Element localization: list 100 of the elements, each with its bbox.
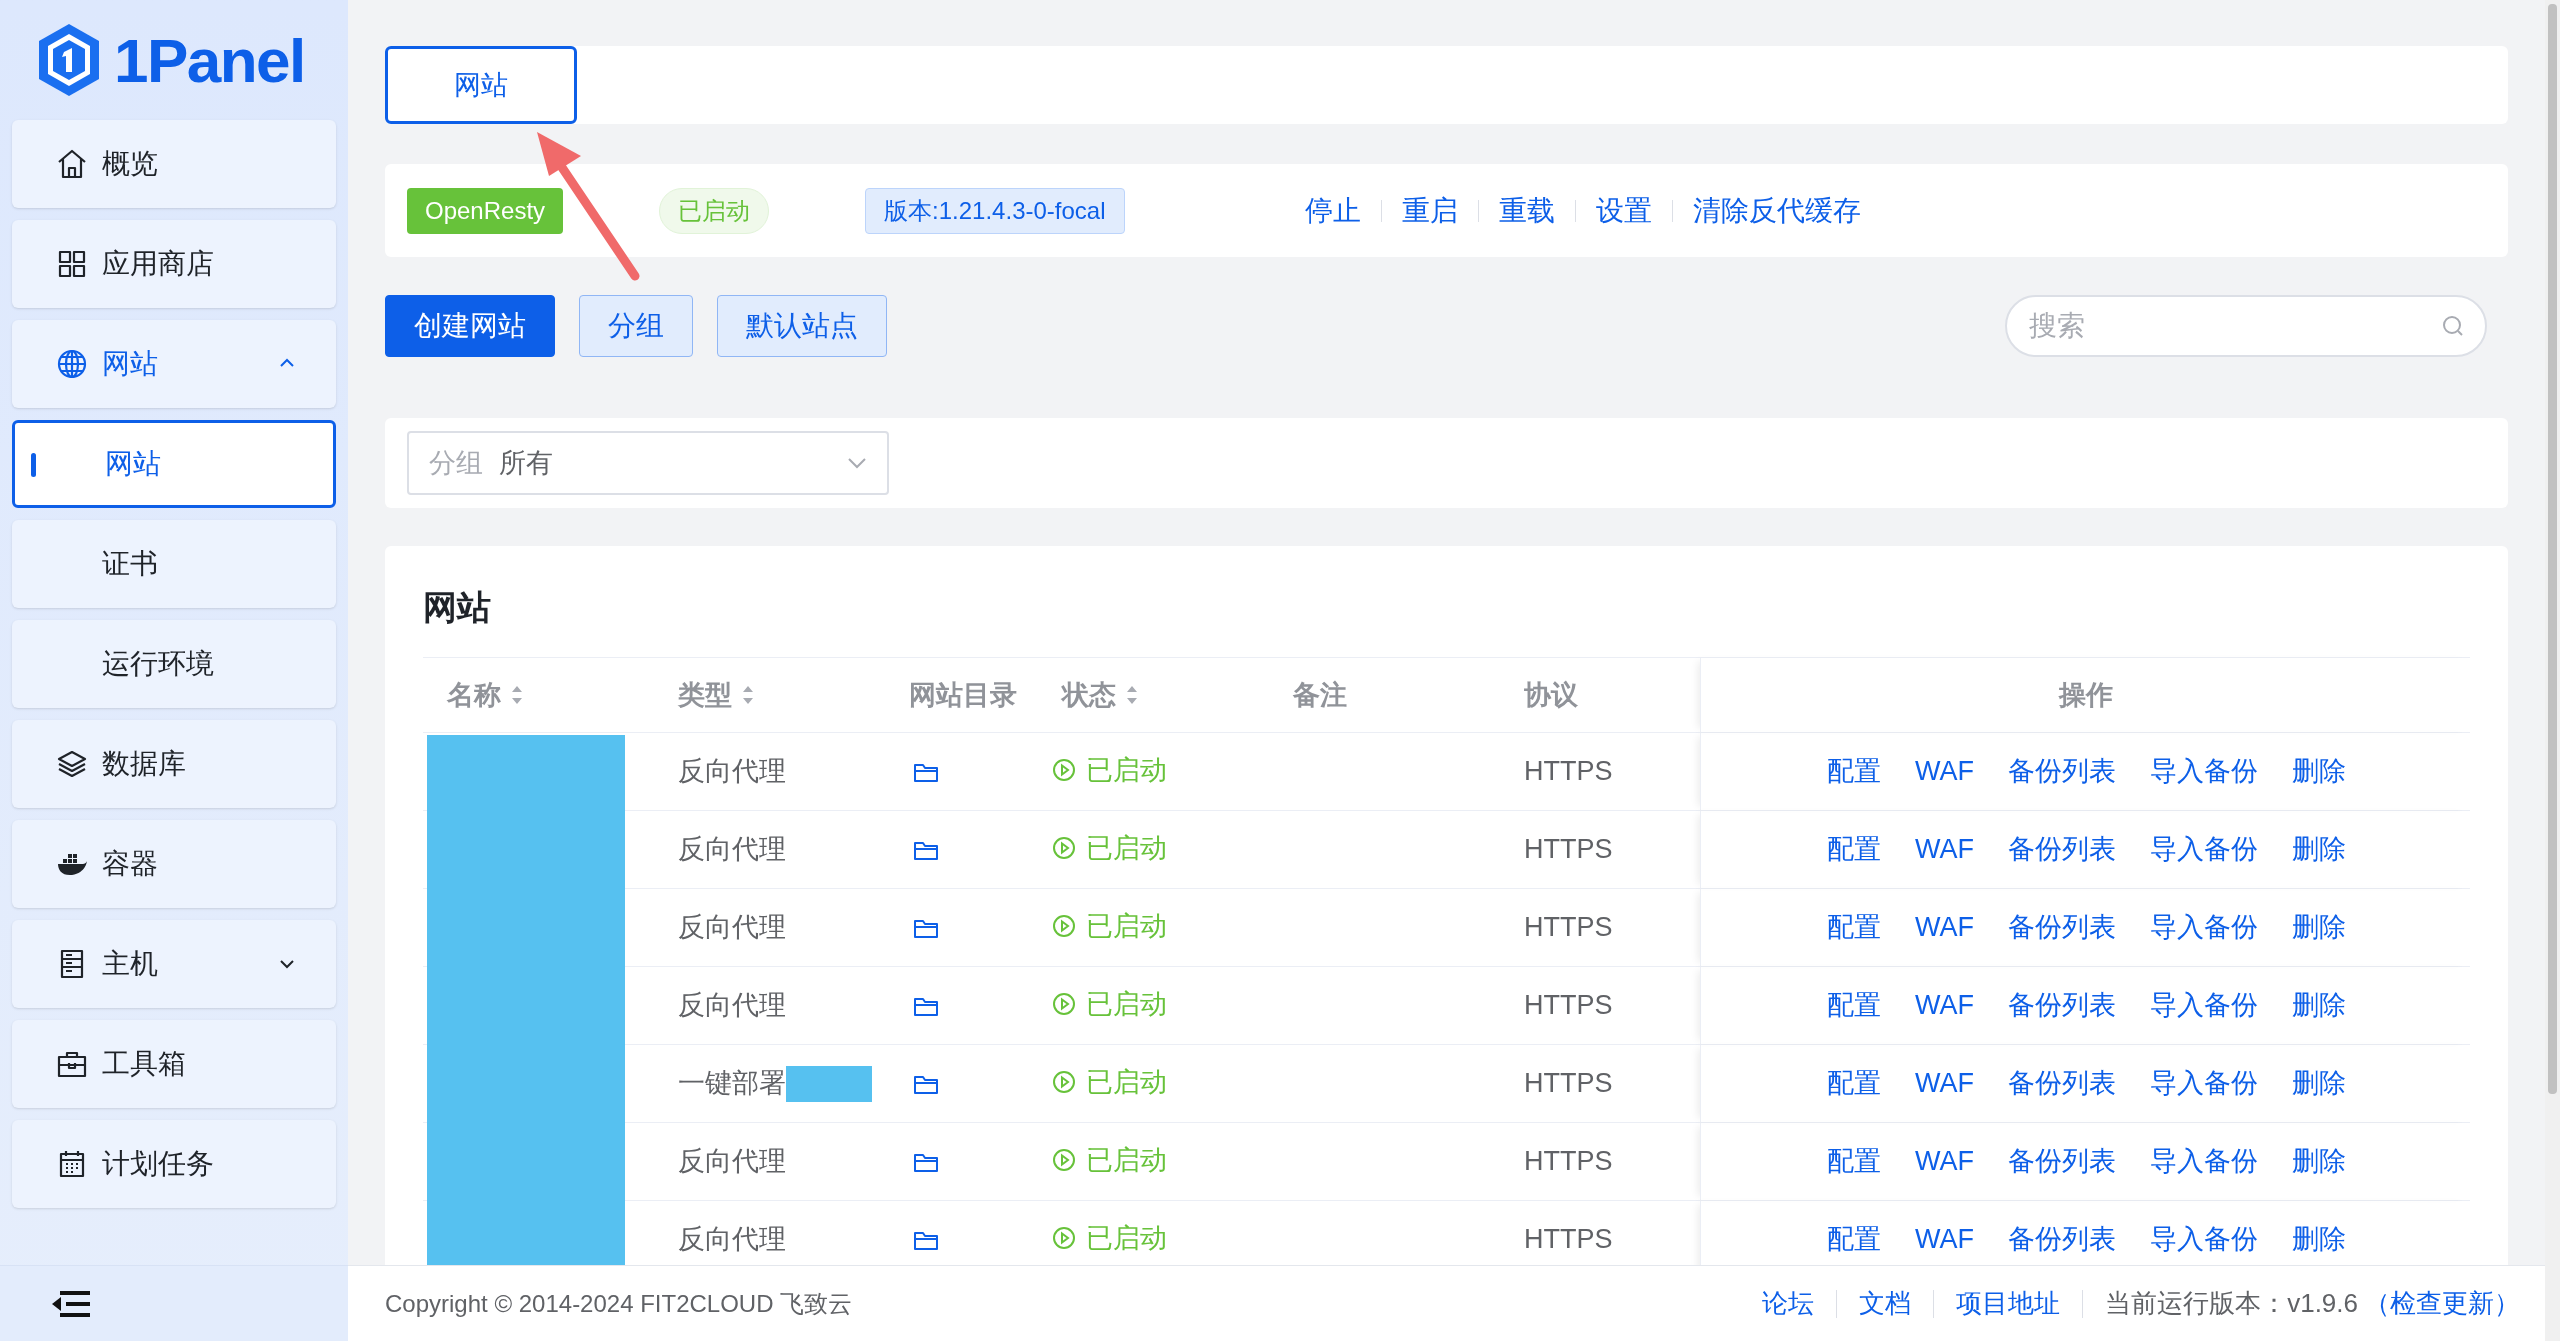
action-link[interactable]: WAF <box>1915 829 1974 870</box>
action-link[interactable]: 配置 <box>1827 751 1881 792</box>
action-link[interactable]: 删除 <box>2292 985 2346 1026</box>
column-header: 协议 <box>1524 678 1578 712</box>
action-link[interactable]: 停止 <box>1304 189 1361 232</box>
version-text: 当前运行版本：v1.9.6 <box>2105 1287 2358 1320</box>
group-select[interactable]: 分组 所有 <box>407 431 889 495</box>
action-link[interactable]: 配置 <box>1827 985 1881 1026</box>
action-link[interactable]: 导入备份 <box>2150 907 2258 948</box>
table-cell-text: 反向代理 <box>678 989 786 1023</box>
submenu-item[interactable]: 网站 <box>12 420 336 508</box>
action-link[interactable]: WAF <box>1915 751 1974 792</box>
table-cell: HTTPS <box>1524 756 1613 787</box>
sidebar-item[interactable]: 网站 <box>12 320 336 408</box>
sort-icon <box>1126 685 1138 705</box>
table-cell: HTTPS <box>1524 990 1613 1021</box>
check-update-link[interactable]: （检查更新） <box>2364 1284 2520 1323</box>
toolbar-button[interactable]: 分组 <box>579 295 693 357</box>
action-link[interactable]: 删除 <box>2292 751 2346 792</box>
action-link[interactable]: 删除 <box>2292 829 2346 870</box>
action-link[interactable]: 删除 <box>2292 1219 2346 1260</box>
table-cell: HTTPS <box>1524 834 1613 865</box>
status-badge: 已启动 <box>659 187 770 234</box>
globe-icon <box>56 348 88 380</box>
status-text: 已启动 <box>1052 1139 1167 1181</box>
play-circle-icon <box>1052 991 1076 1016</box>
footer-link[interactable]: 文档 <box>1859 1284 1912 1323</box>
action-link[interactable]: 配置 <box>1827 1141 1881 1182</box>
column-header: 类型 <box>678 678 732 712</box>
action-link[interactable]: 导入备份 <box>2150 985 2258 1026</box>
action-link[interactable]: 备份列表 <box>2008 907 2116 948</box>
column-header: 备注 <box>1293 678 1347 712</box>
action-link[interactable]: 配置 <box>1827 1063 1881 1104</box>
action-link[interactable]: 备份列表 <box>2008 1063 2116 1104</box>
action-link[interactable]: 备份列表 <box>2008 829 2116 870</box>
action-link[interactable]: 清除反代缓存 <box>1692 189 1861 232</box>
play-circle-icon <box>1052 835 1076 860</box>
action-link[interactable]: 备份列表 <box>2008 985 2116 1026</box>
footer-link[interactable]: 项目地址 <box>1956 1284 2061 1323</box>
action-link[interactable]: 配置 <box>1827 829 1881 870</box>
table-cell-text: 反向代理 <box>678 1223 786 1257</box>
action-link[interactable]: 备份列表 <box>2008 1219 2116 1260</box>
footer-link[interactable]: 论坛 <box>1762 1284 1815 1323</box>
play-circle-icon <box>1052 1069 1076 1094</box>
table-cell: HTTPS <box>1524 1146 1613 1177</box>
status-text: 已启动 <box>1052 1217 1167 1259</box>
column-header: 操作 <box>2058 678 2113 712</box>
active-indicator <box>31 453 36 477</box>
action-link[interactable]: 备份列表 <box>2008 1141 2116 1182</box>
logo-icon <box>36 22 102 98</box>
sidebar-item[interactable]: 概览 <box>12 120 336 208</box>
sidebar-item[interactable]: 应用商店 <box>12 220 336 308</box>
action-link[interactable]: WAF <box>1915 985 1974 1026</box>
table-cell-text: 一键部署 <box>678 1067 786 1101</box>
action-link[interactable]: WAF <box>1915 1219 1974 1260</box>
action-link[interactable]: 导入备份 <box>2150 1063 2258 1104</box>
action-link[interactable]: 重载 <box>1498 189 1555 232</box>
action-link[interactable]: 重启 <box>1401 189 1458 232</box>
table-cell: HTTPS <box>1524 1068 1613 1099</box>
tab[interactable]: 网站 <box>385 46 577 124</box>
play-circle-icon <box>1052 757 1076 782</box>
column-header: 名称 <box>447 678 501 712</box>
version-badge: 版本:1.21.4.3-0-focal <box>865 187 1125 234</box>
action-link[interactable]: 配置 <box>1827 1219 1881 1260</box>
status-text: 已启动 <box>1052 1061 1167 1103</box>
action-link[interactable]: 删除 <box>2292 907 2346 948</box>
submenu-item[interactable]: 运行环境 <box>12 620 336 708</box>
action-link[interactable]: 设置 <box>1595 189 1652 232</box>
action-link[interactable]: 删除 <box>2292 1141 2346 1182</box>
submenu-item[interactable]: 证书 <box>12 520 336 608</box>
sidebar-item[interactable]: 数据库 <box>12 720 336 808</box>
action-link[interactable]: WAF <box>1915 907 1974 948</box>
toolbar-button[interactable]: 默认站点 <box>717 295 887 357</box>
sidebar-item[interactable]: 计划任务 <box>12 1120 336 1208</box>
sort-icon <box>742 685 754 705</box>
action-link[interactable]: 删除 <box>2292 1063 2346 1104</box>
sidebar-item[interactable]: 工具箱 <box>12 1020 336 1108</box>
layers-icon <box>56 748 88 780</box>
action-link[interactable]: 配置 <box>1827 907 1881 948</box>
table-cell-text: 反向代理 <box>678 911 786 945</box>
action-link[interactable]: 导入备份 <box>2150 829 2258 870</box>
action-link[interactable]: WAF <box>1915 1063 1974 1104</box>
column-header: 状态 <box>1062 678 1116 712</box>
action-link[interactable]: 导入备份 <box>2150 1141 2258 1182</box>
sort-icon <box>511 685 523 705</box>
status-text: 已启动 <box>1052 905 1167 947</box>
action-link[interactable]: WAF <box>1915 1141 1974 1182</box>
search-field[interactable]: 搜索 <box>2005 295 2487 357</box>
action-link[interactable]: 导入备份 <box>2150 751 2258 792</box>
logo-text: 1Panel <box>114 24 305 97</box>
play-circle-icon <box>1052 1225 1076 1250</box>
sidebar-item[interactable]: 容器 <box>12 820 336 908</box>
toolbar-button[interactable]: 创建网站 <box>385 295 555 357</box>
collapse-menu-icon[interactable] <box>52 1288 90 1319</box>
action-link[interactable]: 备份列表 <box>2008 751 2116 792</box>
sidebar-item[interactable]: 主机 <box>12 920 336 1008</box>
table-title: 网站 <box>423 587 492 628</box>
service-name-badge: OpenResty <box>407 187 564 234</box>
table-cell-text: 反向代理 <box>678 833 786 867</box>
action-link[interactable]: 导入备份 <box>2150 1219 2258 1260</box>
